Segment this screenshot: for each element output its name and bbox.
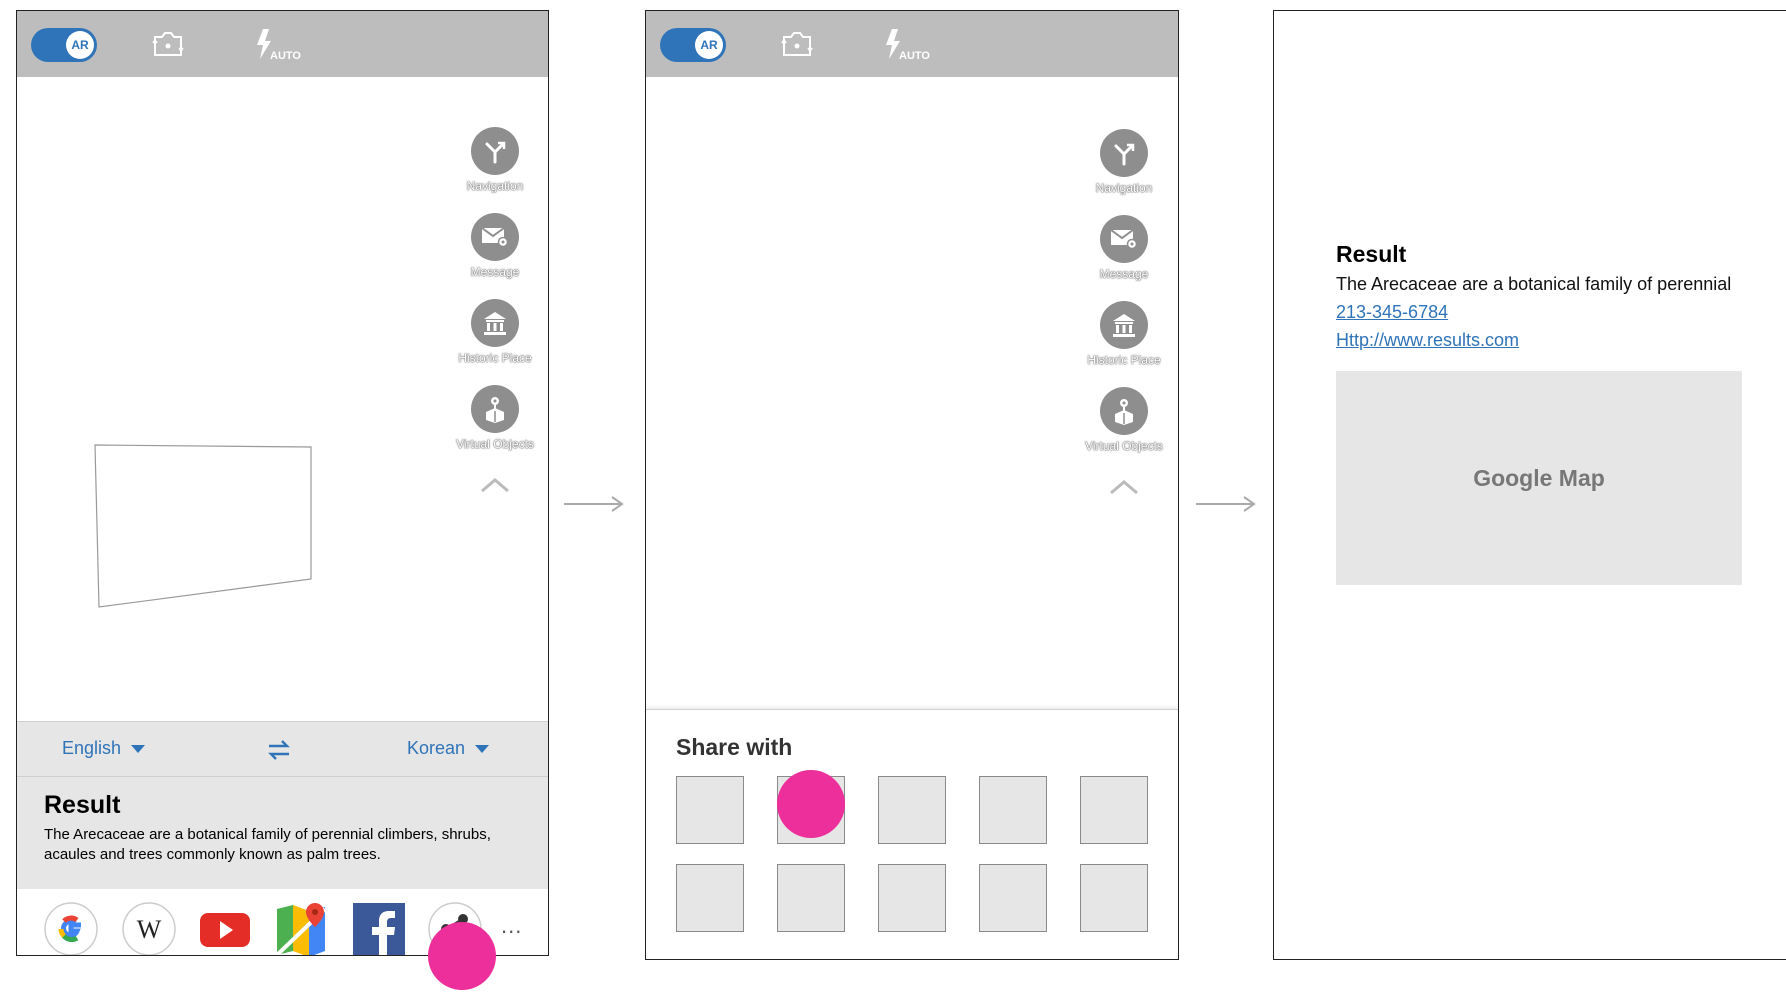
flash-mode-label: AUTO	[899, 50, 930, 61]
flash-mode-label: AUTO	[270, 50, 301, 61]
rail-label-historic-place: Historic Place	[1087, 353, 1161, 367]
chevron-up-icon[interactable]	[478, 475, 512, 495]
switch-camera-icon[interactable]	[780, 29, 814, 59]
svg-text:W: W	[137, 915, 162, 944]
result-text: The Arecaceae are a botanical family of …	[44, 826, 491, 863]
historic-building-icon	[470, 299, 519, 347]
result-text: The Arecaceae are a botanical family of …	[1336, 274, 1732, 294]
share-target-slot[interactable]	[979, 864, 1047, 932]
result-detail: Result The Arecaceae are a botanical fam…	[1336, 241, 1731, 351]
result-title: Result	[44, 791, 121, 819]
share-target-slot[interactable]	[1080, 776, 1148, 844]
target-language-select[interactable]: Korean	[407, 738, 490, 759]
tap-indicator	[428, 922, 496, 990]
switch-camera-icon[interactable]	[151, 29, 185, 59]
camera-top-bar: AR AUTO	[646, 11, 1178, 77]
google-icon[interactable]	[43, 901, 99, 956]
target-language-label: Korean	[407, 738, 466, 758]
phone-screen-3: Result The Arecaceae are a botanical fam…	[1273, 10, 1786, 960]
share-target-slot[interactable]	[1080, 864, 1148, 932]
share-target-slot[interactable]	[777, 864, 845, 932]
facebook-icon[interactable]	[351, 901, 407, 956]
share-target-grid	[676, 776, 1148, 932]
result-title: Result	[1336, 241, 1407, 267]
rail-item-message[interactable]: Message	[470, 213, 520, 299]
virtual-objects-icon	[471, 385, 519, 433]
rail-label-historic-place: Historic Place	[458, 351, 532, 365]
more-apps-button[interactable]: ...	[501, 913, 522, 939]
rail-label-message: Message	[1099, 267, 1149, 281]
caret-down-icon	[131, 744, 146, 753]
source-language-select[interactable]: English	[62, 738, 146, 759]
message-envelope-icon	[1099, 215, 1148, 263]
ar-feature-rail: Navigation Message Historic Place Virtua…	[449, 127, 541, 495]
website-link[interactable]: Http://www.results.com	[1336, 330, 1731, 351]
share-sheet: Share with	[646, 709, 1178, 959]
chevron-up-icon[interactable]	[1107, 477, 1141, 497]
historic-building-icon	[1099, 301, 1148, 349]
virtual-objects-icon	[1100, 387, 1148, 435]
share-target-slot[interactable]	[878, 864, 946, 932]
rail-label-virtual-objects: Virtual Objects	[456, 437, 534, 451]
source-language-label: English	[62, 738, 122, 758]
camera-top-bar: AR AUTO	[17, 11, 548, 77]
flow-arrow-icon	[1196, 496, 1256, 512]
rail-item-virtual-objects[interactable]: Virtual Objects	[1085, 387, 1163, 473]
ar-toggle-knob: AR	[695, 31, 723, 59]
rail-item-virtual-objects[interactable]: Virtual Objects	[456, 385, 534, 471]
rail-item-navigation[interactable]: Navigation	[466, 127, 524, 213]
navigation-fork-icon	[470, 127, 519, 175]
rail-item-historic-place[interactable]: Historic Place	[1087, 301, 1161, 387]
flash-auto-icon[interactable]: AUTO	[253, 27, 301, 62]
swap-languages-icon[interactable]	[267, 738, 291, 762]
rail-label-message: Message	[470, 265, 520, 279]
rail-label-navigation: Navigation	[1095, 181, 1153, 195]
google-map-placeholder[interactable]: Google Map	[1336, 371, 1742, 585]
rail-item-message[interactable]: Message	[1099, 215, 1149, 301]
navigation-fork-icon	[1099, 129, 1148, 177]
ar-toggle-knob: AR	[66, 31, 94, 59]
rail-item-navigation[interactable]: Navigation	[1095, 129, 1153, 215]
caret-down-icon	[475, 744, 490, 753]
phone-number-link[interactable]: 213-345-6784	[1336, 302, 1731, 323]
ar-toggle[interactable]: AR	[31, 28, 97, 62]
language-bar: English Korean	[17, 721, 548, 777]
ar-toggle[interactable]: AR	[660, 28, 726, 62]
tap-indicator	[777, 770, 845, 838]
flash-auto-icon[interactable]: AUTO	[882, 27, 930, 62]
share-sheet-title: Share with	[676, 734, 793, 760]
share-target-slot[interactable]	[979, 776, 1047, 844]
google-maps-icon[interactable]	[273, 901, 329, 956]
rail-label-navigation: Navigation	[466, 179, 524, 193]
map-label: Google Map	[1473, 464, 1605, 491]
share-target-slot[interactable]	[676, 864, 744, 932]
wikipedia-icon[interactable]: W	[121, 901, 177, 956]
rail-item-historic-place[interactable]: Historic Place	[458, 299, 532, 385]
ar-target-frame	[94, 444, 312, 608]
rail-label-virtual-objects: Virtual Objects	[1085, 439, 1163, 453]
message-envelope-icon	[470, 213, 519, 261]
share-target-slot[interactable]	[676, 776, 744, 844]
ar-feature-rail: Navigation Message Historic Place Virtua…	[1078, 129, 1170, 497]
share-target-slot[interactable]	[878, 776, 946, 844]
phone-screen-1: AR AUTO Navigation Message Historic Plac…	[16, 10, 549, 956]
youtube-icon[interactable]	[197, 901, 253, 956]
flow-arrow-icon	[564, 496, 624, 512]
result-panel: Result The Arecaceae are a botanical fam…	[17, 777, 548, 889]
phone-screen-2: AR AUTO Navigation Message Historic Plac…	[645, 10, 1179, 960]
